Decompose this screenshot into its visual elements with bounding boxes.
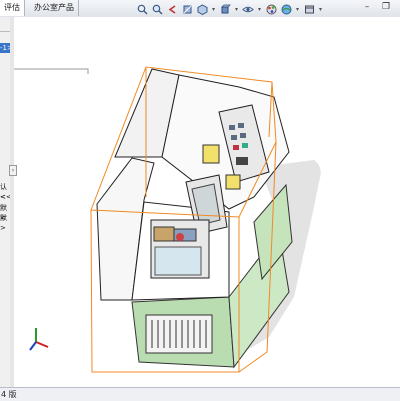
heads-up-view-toolbar: ▾ ▾ ▾ ▾ ▾	[136, 2, 323, 16]
zoom-area-icon[interactable]	[151, 3, 163, 15]
tab-evaluate[interactable]: 评估	[0, 0, 25, 16]
front-door-glass	[154, 246, 202, 276]
hide-show-items-icon[interactable]	[242, 3, 254, 15]
feature-tree-header	[0, 21, 10, 32]
restore-icon: ❐	[381, 2, 391, 12]
chevron-down-icon[interactable]: ▾	[295, 3, 300, 15]
internal-component	[225, 174, 241, 190]
command-manager-bar: 评估 办公室产品 ▾ ▾ ▾ ▾ ▾ – ❐	[0, 0, 400, 18]
chevron-down-icon[interactable]: ▾	[257, 3, 262, 15]
minimize-icon: –	[364, 2, 370, 12]
feature-tree-selected-item[interactable]: -1>	[0, 43, 13, 53]
annotation-leader-line	[14, 68, 89, 74]
status-bar: 4 版	[0, 387, 400, 401]
zoom-fit-icon[interactable]	[136, 3, 148, 15]
config-row[interactable]: 认<	[0, 182, 10, 201]
restore-button[interactable]: ❐	[380, 1, 392, 14]
section-view-icon[interactable]	[181, 3, 193, 15]
config-row[interactable]: <<	[0, 192, 12, 202]
view-orientation-icon[interactable]	[196, 3, 208, 15]
chevron-down-icon[interactable]: ▾	[211, 3, 216, 15]
tab-evaluate-label: 评估	[4, 3, 20, 12]
chevron-down-icon[interactable]: ▾	[318, 3, 323, 15]
chevron-down-icon[interactable]: ▾	[234, 3, 239, 15]
vent-grille	[145, 314, 213, 354]
previous-view-icon[interactable]	[166, 3, 178, 15]
config-row[interactable]: 默<	[0, 203, 10, 222]
config-row-label: 默>	[0, 214, 7, 232]
minimize-button[interactable]: –	[361, 1, 373, 14]
expand-arrow-button[interactable]: ›	[9, 165, 17, 176]
config-row[interactable]: 默>	[0, 213, 10, 232]
apply-scene-icon[interactable]	[280, 3, 292, 15]
view-settings-icon[interactable]	[303, 3, 315, 15]
tab-office-products[interactable]: 办公室产品	[30, 0, 79, 16]
status-text: 4 版	[1, 390, 17, 399]
tab-office-products-label: 办公室产品	[34, 3, 74, 12]
internal-component	[202, 144, 220, 164]
graphics-area[interactable]	[14, 17, 400, 387]
coordinate-triad	[29, 328, 49, 351]
internal-spindle	[153, 226, 197, 242]
display-style-icon[interactable]	[219, 3, 231, 15]
edit-appearance-icon[interactable]	[265, 3, 277, 15]
